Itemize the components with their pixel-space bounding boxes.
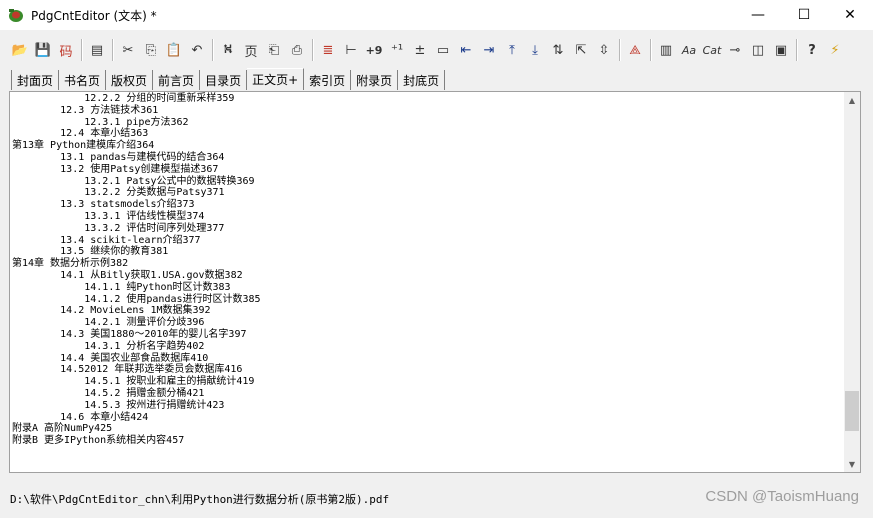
outdent-icon[interactable]: ⇤ bbox=[456, 39, 476, 61]
tab-7[interactable]: 附录页 bbox=[351, 70, 399, 90]
editor-line[interactable]: 13.2 使用Patsy创建模型描述367 bbox=[12, 164, 842, 176]
window-title: PdgCntEditor (文本) * bbox=[31, 8, 157, 23]
editor-line[interactable]: 14.2.1 测量评价分歧396 bbox=[12, 317, 842, 329]
editor-line[interactable]: 第13章 Python建模库介绍364 bbox=[12, 140, 842, 152]
editor-line[interactable]: 第14章 数据分析示例382 bbox=[12, 258, 842, 270]
copy-icon[interactable]: ⎘ bbox=[141, 39, 161, 61]
copy-page-icon[interactable]: ⎗ bbox=[264, 39, 284, 61]
toolbar-separator bbox=[81, 39, 83, 61]
font-icon[interactable]: Aa bbox=[679, 39, 699, 61]
tab-0[interactable]: 封面页 bbox=[11, 70, 60, 90]
editor-line[interactable]: 14.1.2 使用pandas进行时区计数385 bbox=[12, 294, 842, 306]
find-page-icon[interactable]: 页 bbox=[241, 39, 261, 61]
editor-line[interactable]: 附录B 更多IPython系统相关内容457 bbox=[12, 435, 842, 447]
replace-page-icon[interactable]: ⎙ bbox=[287, 39, 307, 61]
editor-line[interactable]: 13.3 statsmodels介绍373 bbox=[12, 199, 842, 211]
add-nine-icon[interactable]: +9 bbox=[364, 39, 384, 61]
minimize-icon: — bbox=[751, 7, 765, 23]
center-icon[interactable]: ⇳ bbox=[594, 39, 614, 61]
editor-line[interactable]: 14.2 MovieLens 1M数据集392 bbox=[12, 305, 842, 317]
align-left-red-icon[interactable]: ≣ bbox=[318, 39, 338, 61]
toolbar-separator bbox=[619, 39, 621, 61]
tab-6[interactable]: 索引页 bbox=[304, 70, 352, 90]
paste-icon[interactable]: 📋 bbox=[164, 39, 184, 61]
editor-line[interactable]: 14.3.1 分析名字趋势402 bbox=[12, 341, 842, 353]
pdf-icon[interactable]: ⟁ bbox=[625, 39, 645, 61]
find-icon[interactable]: ⛕ bbox=[218, 39, 238, 61]
undo-icon[interactable]: ↶ bbox=[187, 39, 207, 61]
tab-5[interactable]: 正文页+ bbox=[247, 68, 305, 90]
toolbar-separator bbox=[650, 39, 652, 61]
editor-line[interactable]: 12.4 本章小结363 bbox=[12, 128, 842, 140]
editor-line[interactable]: 14.3 美国1880～2010年的婴儿名字397 bbox=[12, 329, 842, 341]
text-editor[interactable]: 12.2.2 分组的时间重新采样359 12.3 方法链技术361 12.3.1… bbox=[9, 91, 861, 473]
editor-line[interactable]: 14.52012 年联邦选举委员会数据库416 bbox=[12, 364, 842, 376]
title-bar: PdgCntEditor (文本) * — ☐ ✕ bbox=[0, 0, 873, 30]
columns-icon[interactable]: ▥ bbox=[656, 39, 676, 61]
cut-icon[interactable]: ✂ bbox=[118, 39, 138, 61]
window-icon[interactable]: ◫ bbox=[748, 39, 768, 61]
indent-icon[interactable]: ⊢ bbox=[341, 39, 361, 61]
file-path: D:\软件\PdgCntEditor_chn\利用Python进行数据分析(原书… bbox=[10, 493, 390, 506]
plus-minus-icon[interactable]: ± bbox=[410, 39, 430, 61]
editor-line[interactable]: 12.3 方法链技术361 bbox=[12, 105, 842, 117]
level-icon[interactable]: ⇱ bbox=[571, 39, 591, 61]
editor-line[interactable]: 14.1 从Bitly获取1.USA.gov数据382 bbox=[12, 270, 842, 282]
category-icon[interactable]: Cat bbox=[702, 39, 722, 61]
maximize-button[interactable]: ☐ bbox=[781, 0, 827, 30]
editor-line[interactable]: 12.2.2 分组的时间重新采样359 bbox=[12, 93, 842, 105]
encoding-icon[interactable]: 码 bbox=[56, 39, 76, 61]
toolbar-separator bbox=[212, 39, 214, 61]
editor-line[interactable]: 13.3.2 评估时间序列处理377 bbox=[12, 223, 842, 235]
numbering-icon[interactable]: ⁺¹ bbox=[387, 39, 407, 61]
tab-4[interactable]: 目录页 bbox=[200, 70, 248, 90]
about-icon[interactable]: ⚡ bbox=[825, 39, 845, 61]
editor-line[interactable]: 13.4 scikit-learn介绍377 bbox=[12, 235, 842, 247]
scroll-thumb[interactable] bbox=[845, 391, 859, 432]
app-logo-icon bbox=[7, 7, 25, 23]
scroll-down-icon[interactable]: ▼ bbox=[844, 456, 860, 472]
watermark: CSDN @TaoismHuang bbox=[705, 488, 859, 505]
page-icon[interactable]: ▭ bbox=[433, 39, 453, 61]
indent-more-icon[interactable]: ⇥ bbox=[479, 39, 499, 61]
toolbar-separator bbox=[112, 39, 114, 61]
vertical-scrollbar[interactable]: ▲ ▼ bbox=[844, 92, 860, 472]
scroll-up-icon[interactable]: ▲ bbox=[844, 92, 860, 108]
tab-1[interactable]: 书名页 bbox=[59, 70, 107, 90]
screenshot-icon[interactable]: ▣ bbox=[771, 39, 791, 61]
sort-icon[interactable]: ⇅ bbox=[548, 39, 568, 61]
tab-8[interactable]: 封底页 bbox=[398, 70, 446, 90]
editor-line[interactable]: 14.5.3 按州进行捐赠统计423 bbox=[12, 400, 842, 412]
editor-line[interactable]: 13.3.1 评估线性模型374 bbox=[12, 211, 842, 223]
editor-line[interactable]: 14.5.1 按职业和雇主的捐献统计419 bbox=[12, 376, 842, 388]
editor-line[interactable]: 14.6 本章小结424 bbox=[12, 412, 842, 424]
editor-line[interactable]: 13.5 继续你的教育381 bbox=[12, 246, 842, 258]
toolbar-separator bbox=[312, 39, 314, 61]
editor-line[interactable]: 附录A 高阶NumPy425 bbox=[12, 423, 842, 435]
maximize-icon: ☐ bbox=[797, 7, 811, 23]
move-up-icon[interactable]: ⤒ bbox=[502, 39, 522, 61]
save-icon[interactable]: 💾 bbox=[33, 39, 53, 61]
editor-line[interactable]: 12.3.1 pipe方法362 bbox=[12, 117, 842, 129]
editor-line[interactable]: 14.5.2 捐赠金额分桶421 bbox=[12, 388, 842, 400]
editor-line[interactable]: 13.2.2 分类数据与Patsy371 bbox=[12, 187, 842, 199]
tab-2[interactable]: 版权页 bbox=[106, 70, 154, 90]
editor-line[interactable]: 14.4 美国农业部食品数据库410 bbox=[12, 353, 842, 365]
toolbar-separator bbox=[796, 39, 798, 61]
help-icon[interactable]: ? bbox=[802, 39, 822, 61]
close-icon: ✕ bbox=[844, 7, 856, 23]
pin-icon[interactable]: ⊸ bbox=[725, 39, 745, 61]
move-down-icon[interactable]: ⤓ bbox=[525, 39, 545, 61]
editor-line[interactable]: 14.1.1 纯Python时区计数383 bbox=[12, 282, 842, 294]
toolbar: 📂 💾 码 ▤ ✂ ⎘ 📋 ↶ ⛕ 页 ⎗ ⎙ ≣ ⊢ +9 ⁺¹ ± ▭ ⇤ ⇥ ⤒ ⤓ ⇅ ⇱ ⇳ ⟁ ▥ Aa Cat ⊸ ◫ ▣? ⚡ bbox=[0, 33, 873, 67]
close-button[interactable]: ✕ bbox=[827, 0, 873, 30]
editor-line[interactable]: 13.1 pandas与建模代码的结合364 bbox=[12, 152, 842, 164]
properties-icon[interactable]: ▤ bbox=[87, 39, 107, 61]
page-type-tabs: 封面页 书名页 版权页 前言页 目录页 正文页+ 索引页 附录页 封底页 bbox=[0, 68, 873, 90]
editor-line[interactable]: 13.2.1 Patsy公式中的数据转换369 bbox=[12, 176, 842, 188]
minimize-button[interactable]: — bbox=[735, 0, 781, 30]
open-folder-icon[interactable]: 📂 bbox=[10, 39, 30, 61]
editor-content[interactable]: 12.2.2 分组的时间重新采样359 12.3 方法链技术361 12.3.1… bbox=[12, 93, 842, 447]
tab-3[interactable]: 前言页 bbox=[153, 70, 201, 90]
